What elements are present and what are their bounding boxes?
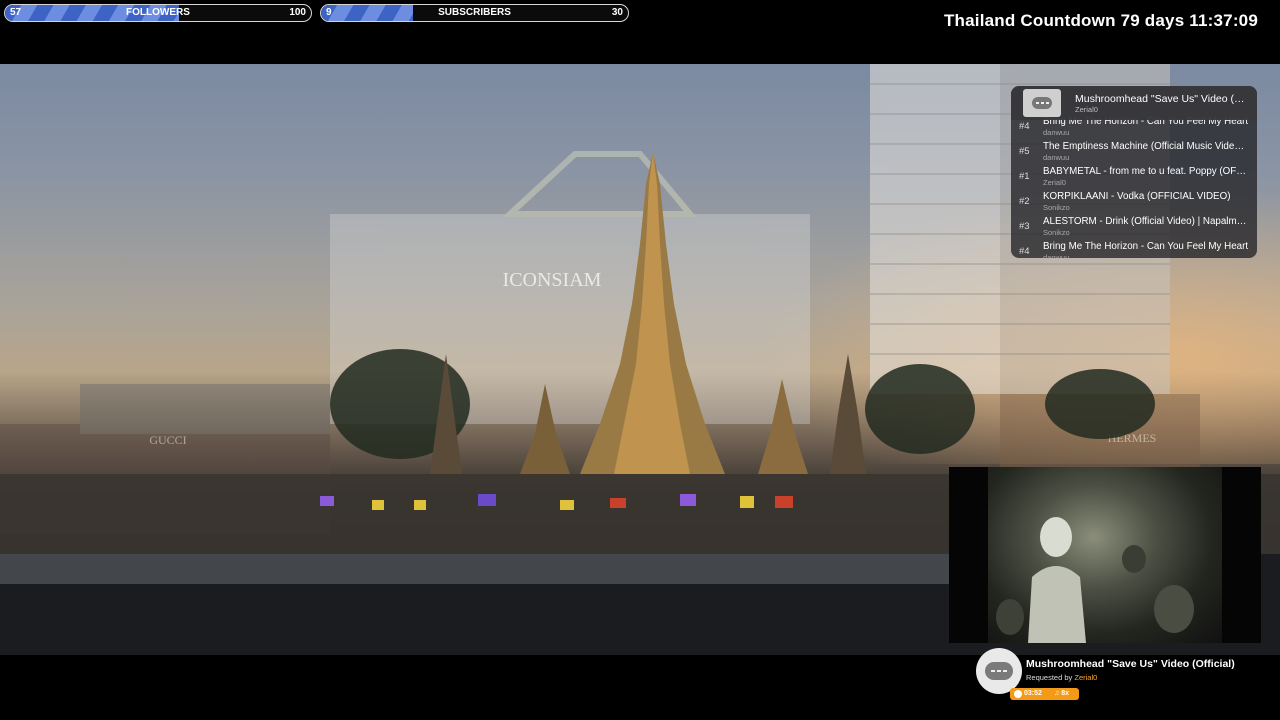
followers-label: FOLLOWERS (126, 7, 190, 18)
queue-item-user: danwuu (1043, 253, 1070, 258)
queue-now-user: Zerial0 (1075, 105, 1098, 114)
queue-item-user: Zerial0 (1043, 178, 1066, 187)
queue-item-rank: #1 (1019, 171, 1030, 182)
queue-item-user: Sonikzo (1043, 203, 1070, 212)
mall-sign: ICONSIAM (503, 269, 602, 291)
music-note-count: ♫ 8x (1054, 690, 1069, 697)
queue-thumbnail (1023, 89, 1061, 117)
song-request-queue: #4 Bring Me The Horizon - Can You Feel M… (1011, 86, 1257, 258)
queue-item-rank: #4 (1019, 246, 1030, 257)
queue-item-rank: #2 (1019, 196, 1030, 207)
queue-item-user: Sonikzo (1043, 228, 1070, 237)
queue-now-playing[interactable]: Mushroomhead "Save Us" Video (Official) … (1011, 86, 1257, 120)
queue-item-rank: #3 (1019, 221, 1030, 232)
followers-goal-bar: 57 FOLLOWERS 100 (4, 4, 312, 22)
requested-by-user: Zerial0 (1074, 673, 1098, 682)
music-video-illustration (996, 517, 1194, 643)
queue-item-rank: #5 (1019, 146, 1030, 157)
now-playing-requester: Requested by Zerial0 (1026, 673, 1097, 682)
requested-by-label: Requested by (1026, 673, 1075, 682)
request-count: 8x (1061, 690, 1069, 697)
video-player[interactable] (949, 467, 1261, 643)
subscribers-target: 30 (611, 7, 623, 18)
store-sign-gucci: GUCCI (149, 433, 186, 447)
queue-item[interactable]: #4 Bring Me The Horizon - Can You Feel M… (1011, 239, 1257, 258)
chat-bubble-icon (985, 662, 1013, 680)
chat-bubble-icon (1032, 97, 1052, 109)
queue-item-rank: #4 (1019, 121, 1030, 132)
queue-item[interactable]: #1 BABYMETAL - from me to u feat. Poppy … (1011, 164, 1257, 189)
subscribers-goal-bar: 9 SUBSCRIBERS 30 (320, 4, 629, 22)
queue-item[interactable]: #5 The Emptiness Machine (Official Music… (1011, 139, 1257, 164)
queue-now-title: Mushroomhead "Save Us" Video (Official) (1075, 93, 1251, 105)
countdown-timer: Thailand Countdown 79 days 11:37:09 (943, 11, 1258, 30)
queue-item-title: ALESTORM - Drink (Official Video) | Napa… (1043, 216, 1249, 227)
queue-item[interactable]: #2 KORPIKLAANI - Vodka (OFFICIAL VIDEO) … (1011, 189, 1257, 214)
queue-item[interactable]: #3 ALESTORM - Drink (Official Video) | N… (1011, 214, 1257, 239)
music-video-frame (988, 467, 1222, 643)
queue-item-user: danwuu (1043, 153, 1070, 162)
queue-item-title: Bring Me The Horizon - Can You Feel My H… (1043, 241, 1249, 252)
followers-target: 100 (289, 7, 306, 18)
pier (0, 554, 950, 584)
queue-item-title: The Emptiness Machine (Official Music Vi… (1043, 141, 1249, 152)
clock-icon (1014, 690, 1022, 698)
now-playing-title: Mushroomhead "Save Us" Video (Official) (1026, 658, 1235, 670)
subscribers-label: SUBSCRIBERS (438, 7, 511, 18)
track-duration: 03:52 (1024, 690, 1042, 697)
queue-list: #4 Bring Me The Horizon - Can You Feel M… (1011, 114, 1257, 258)
queue-item-title: BABYMETAL - from me to u feat. Poppy (OF… (1043, 166, 1249, 177)
now-playing-badge: 03:52 ♫ 8x (1010, 688, 1079, 700)
queue-item-title: KORPIKLAANI - Vodka (OFFICIAL VIDEO) (1043, 191, 1231, 202)
queue-item-user: danwuu (1043, 128, 1070, 137)
